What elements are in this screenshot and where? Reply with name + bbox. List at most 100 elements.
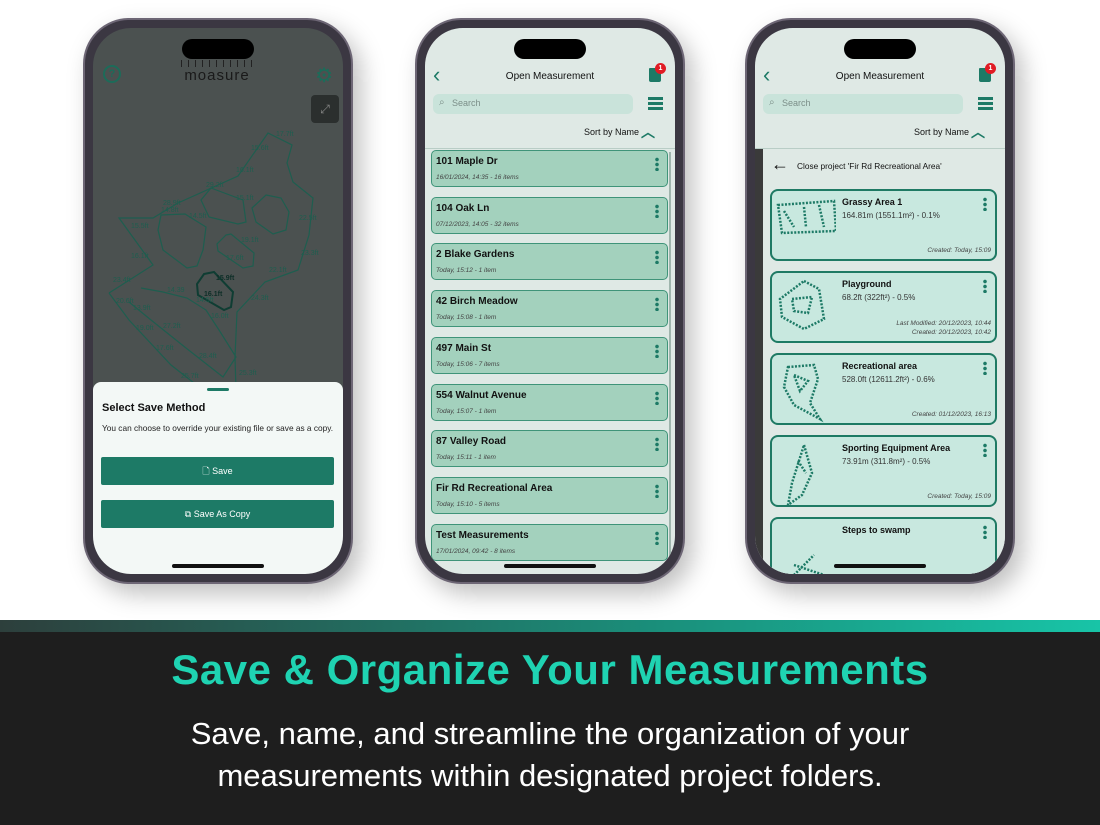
scrollbar[interactable] [669, 152, 671, 572]
more-options-icon[interactable] [983, 197, 987, 211]
measurement-list-item[interactable]: 42 Birch Meadow Today, 15:08 - 1 item [431, 290, 668, 328]
measurement-list-item[interactable]: Test Measurements 17/01/2024, 09:42 - 8 i… [431, 523, 668, 561]
item-meta: Today, 15:08 - 1 item [436, 314, 497, 322]
card-name: Grassy Area 1 [842, 197, 903, 207]
screen: ? moasure ⚙ ⤢ 17.7ft 15.6ft 16.1ft 29.2f… [93, 28, 343, 574]
card-dates: Created: Today, 15:09 [927, 492, 991, 501]
project-measurement-card[interactable]: Playground 68.2ft (322ft²) - 0.5% Last M… [770, 271, 997, 343]
measurement-list-item[interactable]: 87 Valley Road Today, 15:11 - 1 item [431, 430, 668, 468]
card-stats: 73.91m (311.8m²) - 0.5% [842, 457, 931, 466]
more-options-icon[interactable] [655, 437, 659, 452]
save-as-copy-button[interactable]: ⧉ Save As Copy [101, 500, 334, 528]
dynamic-island [844, 39, 916, 59]
item-meta: Today, 15:07 - 1 item [436, 407, 497, 415]
dynamic-island [514, 39, 586, 59]
map-label: 14.39 [167, 287, 185, 294]
home-indicator [172, 564, 264, 568]
divider [425, 148, 675, 149]
map-label: 24.3ft [251, 295, 269, 302]
more-options-icon[interactable] [655, 250, 659, 265]
search-input[interactable]: ⌕ Search [763, 94, 963, 114]
measurement-thumbnail [776, 199, 836, 235]
more-options-icon[interactable] [983, 525, 987, 539]
item-meta: Today, 15:06 - 7 items [436, 360, 500, 368]
measurement-list-item[interactable]: 497 Main St Today, 15:06 - 7 items [431, 336, 668, 374]
save-button[interactable]: 🗋 Save [101, 457, 334, 485]
measurement-thumbnail [782, 363, 824, 423]
more-options-icon[interactable] [655, 483, 659, 498]
list-backdrop [755, 149, 763, 574]
measurement-map[interactable]: 17.7ft 15.6ft 16.1ft 29.2ft 28.9ft 15.1f… [101, 120, 331, 390]
more-options-icon[interactable] [655, 343, 659, 358]
map-label: 14.5ft [196, 297, 214, 304]
save-as-copy-label: Save As Copy [193, 509, 251, 519]
logo-ruler-icon [181, 60, 253, 67]
more-options-icon[interactable] [655, 530, 659, 545]
measurement-list-item[interactable]: 554 Walnut Avenue Today, 15:07 - 1 item [431, 383, 668, 421]
more-options-icon[interactable] [983, 443, 987, 457]
save-method-sheet: Select Save Method You can choose to ove… [93, 382, 343, 574]
trash-badge: 1 [985, 63, 996, 74]
more-options-icon[interactable] [655, 297, 659, 312]
more-options-icon[interactable] [655, 203, 659, 218]
gear-icon[interactable]: ⚙ [315, 63, 333, 88]
map-label: 19.1ft [241, 237, 259, 244]
map-label: 29.2ft [206, 182, 224, 189]
chevron-up-icon[interactable]: ︿ [971, 122, 985, 142]
chevron-up-icon[interactable]: ︿ [641, 122, 655, 142]
sort-button[interactable]: Sort by Name [914, 127, 969, 137]
item-name: 101 Maple Dr [436, 156, 498, 167]
file-icon: 🗋 [202, 466, 213, 476]
measurement-list-item[interactable]: Fir Rd Recreational Area Today, 15:10 - 5… [431, 476, 668, 514]
sort-button[interactable]: Sort by Name [584, 127, 639, 137]
home-indicator [834, 564, 926, 568]
arrow-left-icon: ← [771, 154, 789, 174]
card-stats: 528.0ft (12611.2ft²) - 0.6% [842, 375, 935, 384]
more-options-icon[interactable] [983, 361, 987, 375]
more-options-icon[interactable] [655, 390, 659, 405]
sheet-handle[interactable] [207, 388, 229, 391]
search-input[interactable]: ⌕ Search [433, 94, 633, 114]
map-label: 15.5ft [131, 223, 149, 230]
sheet-description: You can choose to override your existing… [102, 423, 334, 433]
expand-icon[interactable]: ⤢ [311, 95, 339, 123]
list-view-icon[interactable] [978, 97, 993, 110]
map-label: 17.7ft [276, 131, 294, 138]
project-measurement-card[interactable]: Grassy Area 1 164.81m (1551.1m²) - 0.1% … [770, 189, 997, 261]
last-modified: Last Modified: 20/12/2023, 10:44 [896, 320, 991, 327]
close-project-button[interactable]: ← Close project 'Fir Rd Recreational Are… [771, 154, 991, 177]
item-meta: Today, 15:11 - 1 item [436, 454, 496, 462]
measurement-list-item[interactable]: 2 Blake Gardens Today, 15:12 - 1 item [431, 243, 668, 281]
item-meta: 16/01/2024, 14:35 - 16 items [436, 174, 519, 181]
search-placeholder: Search [452, 98, 481, 108]
search-icon: ⌕ [769, 97, 775, 108]
measurement-list-item[interactable]: 101 Maple Dr 16/01/2024, 14:35 - 16 items [431, 150, 668, 187]
subtitle-line: Save, name, and streamline the organizat… [190, 716, 910, 751]
help-icon[interactable]: ? [103, 65, 121, 83]
map-label: 15.9ft [216, 275, 235, 282]
created-date: Created: Today, 15:09 [927, 247, 991, 254]
measurement-list-item[interactable]: 104 Oak Ln 07/12/2023, 14:05 - 32 items [431, 196, 668, 234]
measurement-thumbnail [778, 279, 826, 331]
map-label: 20.6ft [116, 298, 134, 305]
item-name: Test Measurements [436, 529, 529, 541]
more-options-icon[interactable] [655, 157, 659, 171]
map-label: 19.0ft [136, 325, 154, 332]
project-measurement-card[interactable]: Recreational area 528.0ft (12611.2ft²) -… [770, 353, 997, 425]
map-label: 23.4ft [113, 277, 131, 284]
card-stats: 164.81m (1551.1m²) - 0.1% [842, 211, 940, 220]
map-label: 16.1ft [131, 253, 149, 260]
created-date: Created: 01/12/2023, 16:13 [911, 411, 991, 418]
project-measurement-card[interactable]: Sporting Equipment Area 73.91m (311.8m²)… [770, 435, 997, 507]
more-options-icon[interactable] [983, 279, 987, 293]
search-placeholder: Search [782, 98, 811, 108]
map-label: 13.9ft [133, 305, 151, 312]
list-view-icon[interactable] [648, 97, 663, 110]
item-name: 42 Birch Meadow [436, 296, 518, 308]
map-label: 16.0ft [211, 313, 229, 320]
card-name: Sporting Equipment Area [842, 443, 951, 453]
created-date: Created: 20/12/2023, 10:42 [911, 329, 991, 336]
card-name: Steps to swamp [842, 525, 911, 535]
banner-subtitle: Save, name, and streamline the organizat… [0, 713, 1100, 797]
card-name: Playground [842, 279, 892, 289]
